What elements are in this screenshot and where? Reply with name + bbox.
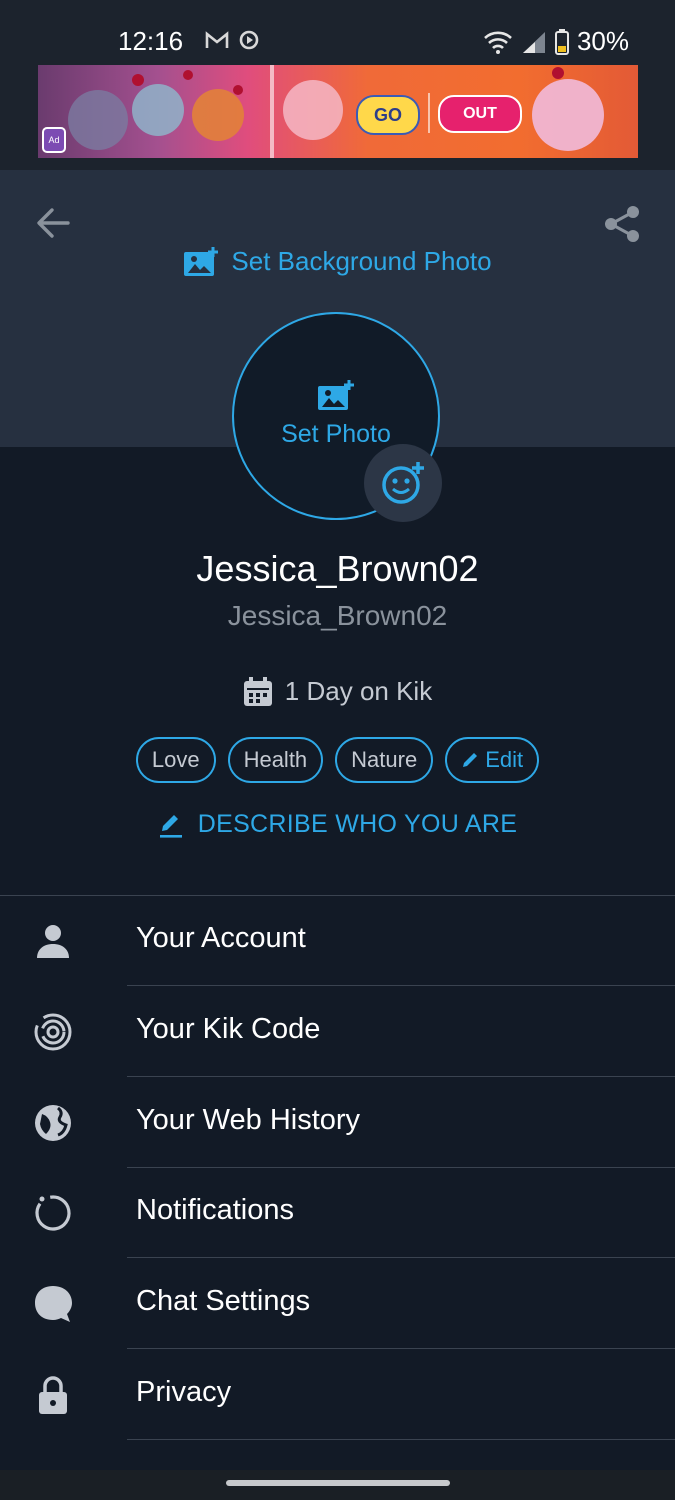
back-arrow-icon[interactable] [34, 204, 72, 242]
menu-label: Privacy [136, 1376, 232, 1408]
describe-who-you-are-button[interactable]: DESCRIBE WHO YOU ARE [0, 810, 675, 839]
battery-icon [554, 28, 569, 55]
ad-tagline: OUT [438, 95, 522, 133]
menu-divider [127, 985, 675, 986]
menu-label: Chat Settings [136, 1285, 311, 1317]
menu-item-your-web-history[interactable]: Your Web History [0, 1078, 675, 1168]
ad-banner[interactable]: Ad GO OUT [38, 65, 638, 158]
menu-divider [127, 1076, 675, 1077]
edit-tags-label: Edit [485, 747, 524, 772]
status-system-icons: 30% [483, 26, 629, 57]
signal-icon [522, 31, 545, 53]
days-on-kik-label: 1 Day on Kik [284, 676, 433, 706]
menu-label: Your Account [136, 922, 306, 954]
lock-icon [39, 1376, 67, 1414]
add-photo-icon [184, 246, 219, 276]
menu-label: Your Web History [136, 1104, 361, 1136]
menu-divider [127, 1439, 675, 1440]
smiley-add-icon [382, 462, 424, 504]
menu-label: Your Kik Code [136, 1013, 321, 1045]
tag-love[interactable]: Love [135, 737, 216, 783]
wifi-icon [484, 31, 512, 54]
pokemon-go-logo: GO [356, 95, 420, 135]
ad-badge: Ad [42, 127, 66, 153]
days-on-kik: 1 Day on Kik [0, 676, 675, 707]
menu-item-notifications[interactable]: Notifications [0, 1168, 675, 1258]
interest-tags: Love Health Nature Edit [0, 737, 675, 783]
status-time: 12:16 [118, 26, 184, 56]
home-gesture-handle[interactable] [226, 1480, 450, 1486]
menu-label: Notifications [136, 1194, 294, 1226]
ad-divider [428, 93, 430, 133]
describe-label: DESCRIBE WHO YOU ARE [197, 810, 518, 838]
username: Jessica_Brown02 [227, 600, 448, 631]
media-icon [239, 30, 259, 50]
tag-health[interactable]: Health [227, 737, 324, 783]
menu-divider [127, 1348, 675, 1349]
menu-item-chat-settings[interactable]: Chat Settings [0, 1259, 675, 1349]
kik-code-icon [34, 1013, 72, 1051]
set-background-photo-button[interactable]: Set Background Photo [0, 246, 675, 277]
gmail-icon [205, 31, 229, 48]
set-photo-label: Set Photo [281, 420, 391, 448]
share-icon[interactable] [602, 204, 642, 244]
ad-artwork [68, 65, 604, 158]
status-bar: 12:16 30% [0, 0, 675, 64]
pencil-underline-icon [159, 814, 182, 838]
display-name: Jessica_Brown02 [196, 548, 479, 589]
pencil-icon [463, 753, 478, 767]
add-photo-icon [318, 380, 354, 410]
edit-tags-button[interactable]: Edit [445, 737, 540, 783]
notification-ring-icon [35, 1195, 71, 1231]
set-background-label: Set Background Photo [231, 246, 492, 276]
calendar-icon [243, 676, 272, 706]
battery-percent: 30% [576, 26, 629, 56]
status-notification-icons [205, 30, 259, 50]
globe-icon [35, 1105, 71, 1141]
chat-bubble-icon [35, 1286, 72, 1322]
menu-divider [127, 1257, 675, 1258]
person-icon [37, 925, 69, 958]
menu-item-privacy[interactable]: Privacy [0, 1350, 675, 1440]
tag-nature[interactable]: Nature [335, 737, 434, 783]
menu-item-your-account[interactable]: Your Account [0, 896, 675, 986]
menu-item-your-kik-code[interactable]: Your Kik Code [0, 987, 675, 1077]
add-emoji-button[interactable] [364, 444, 442, 522]
